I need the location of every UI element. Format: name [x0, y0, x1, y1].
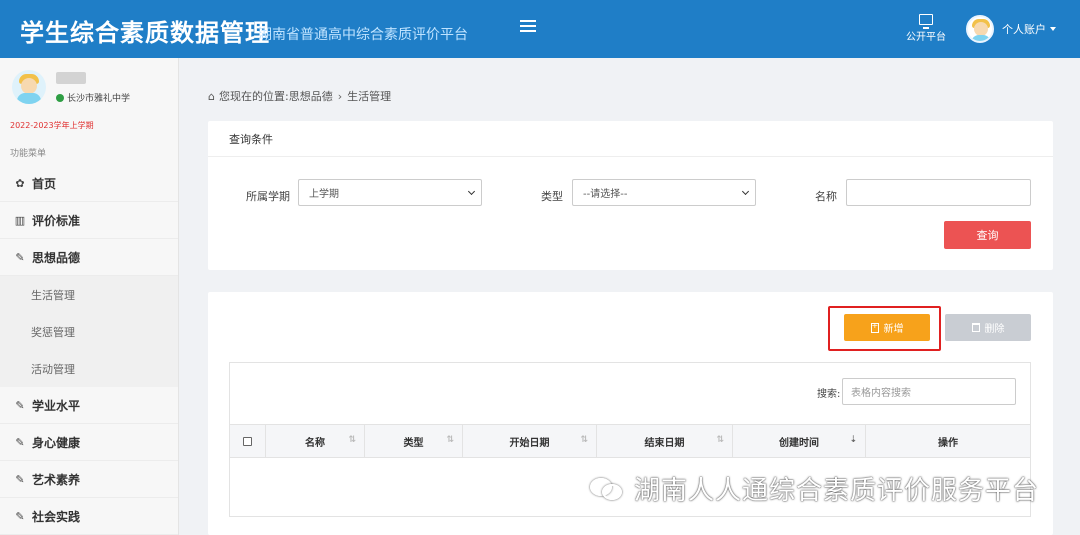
sidebar-subitem-rewards[interactable]: 奖惩管理 — [0, 313, 178, 350]
watermark-text: 湖南人人通综合素质评价服务平台 — [634, 476, 1040, 506]
school-name: 长沙市雅礼中学 — [56, 91, 130, 104]
sort-icon: ⇅ — [580, 435, 588, 445]
term-field-label: 所属学期 — [246, 190, 290, 203]
sort-icon: ⇅ — [716, 435, 724, 445]
chevron-down-icon — [467, 187, 476, 196]
breadcrumb: ⌂ 您现在的位置: 思想品德 › 生活管理 — [208, 88, 391, 104]
column-header-end-date[interactable]: 结束日期 ⇅ — [597, 425, 733, 457]
query-button[interactable]: 查询 — [944, 221, 1031, 249]
column-header-actions: 操作 — [938, 437, 958, 449]
name-input[interactable] — [846, 179, 1031, 206]
column-header-name[interactable]: 名称 ⇅ — [266, 425, 365, 457]
app-subtitle: 湖南省普通高中综合素质评价平台 — [258, 27, 468, 43]
avatar — [966, 15, 994, 43]
file-plus-icon — [870, 321, 879, 333]
select-all-cell[interactable] — [230, 425, 266, 457]
sidebar-item-home[interactable]: ✿ 首页 — [0, 165, 178, 202]
caret-down-icon — [1050, 27, 1056, 31]
sidebar-item-standards[interactable]: ▥ 评价标准 — [0, 202, 178, 239]
term-label: 2022-2023学年上学期 — [10, 121, 94, 130]
delete-button[interactable]: 删除 — [945, 314, 1031, 341]
table-search-input[interactable]: 表格内容搜索 — [842, 378, 1016, 405]
top-header: 学生综合素质数据管理 湖南省普通高中综合素质评价平台 公开平台 个人账户 — [0, 0, 1080, 58]
type-field-label: 类型 — [541, 190, 563, 203]
dashboard-icon: ✿ — [15, 176, 25, 190]
sidebar-item-morality[interactable]: ✎ 思想品德 — [0, 239, 178, 276]
monitor-icon — [919, 14, 933, 29]
breadcrumb-parent[interactable]: 思想品德 — [289, 88, 333, 104]
profile-name-redacted — [56, 72, 86, 84]
edit-icon: ✎ — [15, 472, 25, 486]
sidebar-item-practice[interactable]: ✎ 社会实践 — [0, 498, 178, 535]
app-title: 学生综合素质数据管理 — [20, 19, 270, 47]
query-panel-title: 查询条件 — [208, 121, 1053, 157]
school-label: 长沙市雅礼中学 — [67, 94, 131, 104]
sidebar: 长沙市雅礼中学 2022-2023学年上学期 功能菜单 ✿ 首页 ▥ 评价标准 ✎ 思… — [0, 58, 179, 535]
term-select-value: 上学期 — [309, 189, 339, 200]
chevron-down-icon — [741, 187, 750, 196]
account-menu[interactable]: 个人账户 — [966, 14, 1056, 44]
table-header: 名称 ⇅ 类型 ⇅ 开始日期 ⇅ 结束日期 ⇅ 创建时间 ⇣ 操作 — [230, 424, 1030, 458]
profile-avatar — [12, 70, 46, 104]
watermark: 湖南人人通综合素质评价服务平台 — [588, 470, 1039, 507]
home-icon: ⌂ — [208, 89, 215, 103]
sidebar-subitem-life[interactable]: 生活管理 — [0, 276, 178, 313]
select-all-checkbox[interactable] — [243, 436, 252, 446]
edit-icon: ✎ — [15, 509, 25, 523]
wechat-icon — [588, 474, 626, 504]
query-panel: 查询条件 所属学期 上学期 类型 --请选择-- 名称 查询 — [208, 121, 1053, 270]
term-select[interactable]: 上学期 — [298, 179, 482, 206]
type-select[interactable]: --请选择-- — [572, 179, 756, 206]
map-icon: ▥ — [14, 213, 26, 227]
menu-title: 功能菜单 — [10, 149, 47, 159]
sidebar-subitem-activities[interactable]: 活动管理 — [0, 350, 178, 387]
trash-icon — [971, 323, 980, 332]
edit-icon: ✎ — [15, 435, 25, 449]
breadcrumb-prefix: 您现在的位置: — [218, 90, 289, 103]
sidebar-item-academics[interactable]: ✎ 学业水平 — [0, 387, 178, 424]
public-platform-button[interactable]: 公开平台 — [904, 14, 948, 43]
sort-icon: ⇅ — [348, 435, 356, 445]
menu-toggle-icon[interactable] — [520, 20, 536, 34]
edit-icon: ✎ — [15, 250, 25, 264]
column-header-created-time[interactable]: 创建时间 ⇣ — [733, 425, 866, 457]
public-platform-label: 公开平台 — [906, 32, 946, 43]
name-field-label: 名称 — [815, 190, 837, 203]
sort-desc-icon: ⇣ — [849, 435, 857, 445]
sort-icon: ⇅ — [446, 435, 454, 445]
column-header-type[interactable]: 类型 ⇅ — [365, 425, 463, 457]
type-select-value: --请选择-- — [583, 189, 628, 200]
column-header-start-date[interactable]: 开始日期 ⇅ — [463, 425, 597, 457]
sidebar-item-arts[interactable]: ✎ 艺术素养 — [0, 461, 178, 498]
account-label: 个人账户 — [1002, 23, 1046, 36]
search-label: 搜索: — [817, 389, 841, 400]
edit-icon: ✎ — [15, 398, 25, 412]
sidebar-nav: ✿ 首页 ▥ 评价标准 ✎ 思想品德 生活管理 奖惩管理 活动管理 ✎ 学业水平 ✎ 身心… — [0, 165, 178, 535]
search-placeholder: 表格内容搜索 — [851, 388, 911, 399]
breadcrumb-current: 生活管理 — [347, 90, 392, 103]
add-button[interactable]: 新增 — [844, 314, 930, 341]
online-status-dot — [56, 93, 64, 102]
chevron-right-icon: › — [337, 89, 343, 103]
sidebar-item-health[interactable]: ✎ 身心健康 — [0, 424, 178, 461]
